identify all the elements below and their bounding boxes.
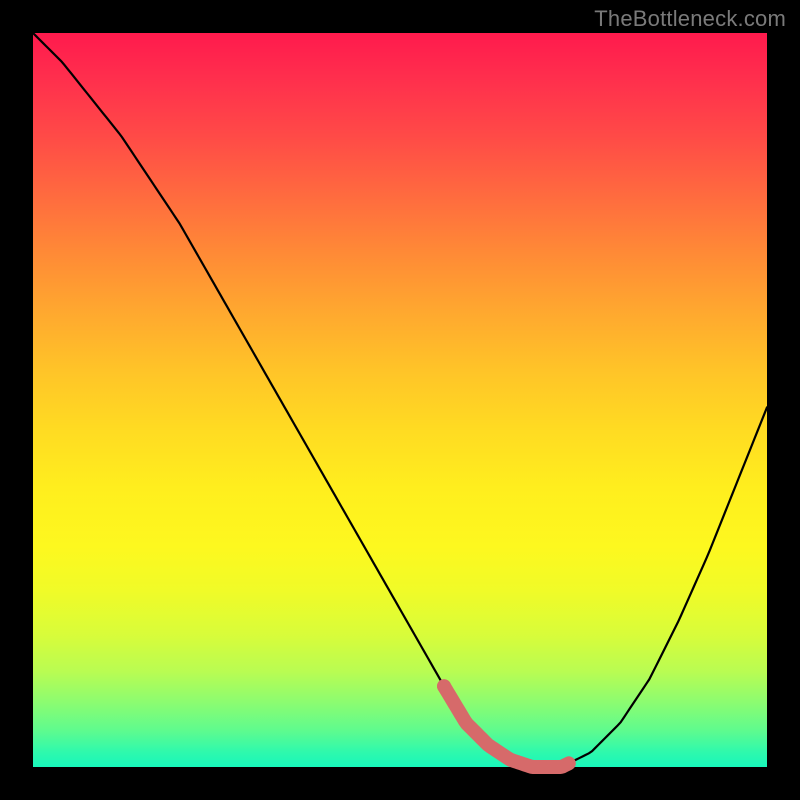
- highlight-segment: [444, 686, 569, 767]
- bottleneck-curve-line: [33, 33, 767, 767]
- chart-svg: [33, 33, 767, 767]
- highlight-start-dot: [437, 679, 451, 693]
- chart-plot-area: [33, 33, 767, 767]
- attribution-text: TheBottleneck.com: [594, 6, 786, 32]
